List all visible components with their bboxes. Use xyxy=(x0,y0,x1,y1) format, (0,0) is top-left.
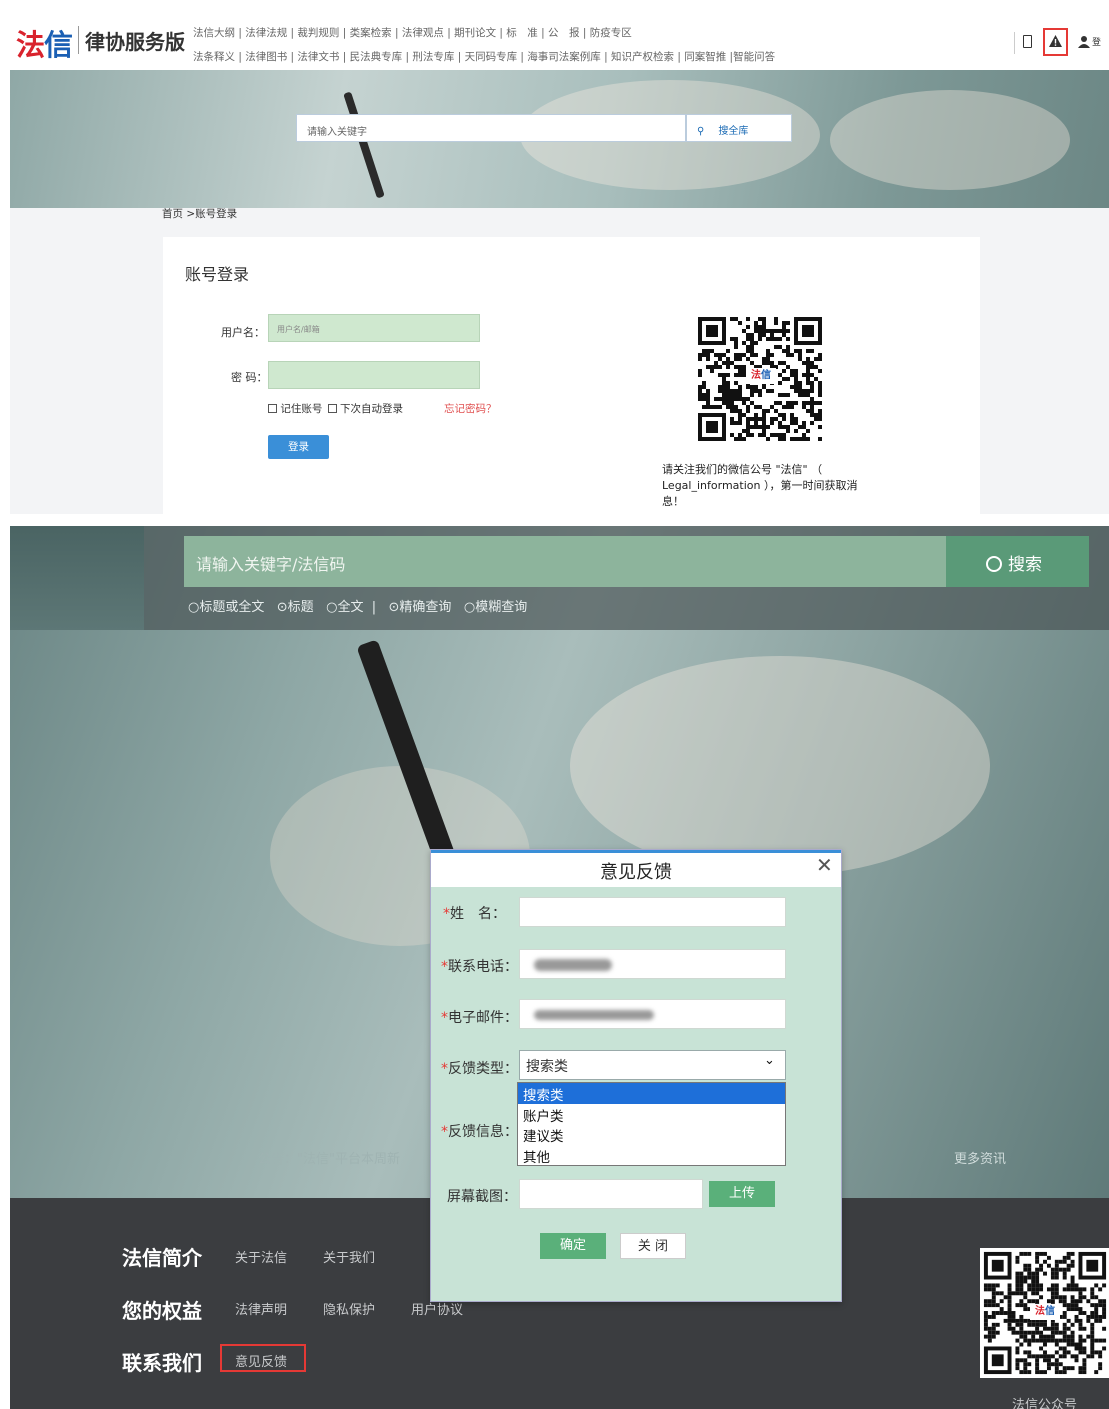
search-button-label: 搜索 xyxy=(1008,555,1042,575)
option-search[interactable]: 搜索类 xyxy=(518,1083,785,1104)
user-icon[interactable] xyxy=(1078,35,1090,48)
radio-fuzzy-query[interactable]: ○模糊查询 xyxy=(464,600,527,615)
redacted-email xyxy=(534,1010,654,1020)
option-suggestion[interactable]: 建议类 xyxy=(518,1124,785,1145)
radio-title[interactable]: ⊙标题 xyxy=(277,600,314,615)
feedback-page-screenshot: 请输入关键字/法信码 搜索 ○标题或全文 ⊙标题 ○全文 | ⊙精确查询 ○模糊… xyxy=(10,526,1109,1409)
phone-field[interactable] xyxy=(519,949,786,979)
confirm-button[interactable]: 确定 xyxy=(540,1233,606,1259)
option-account[interactable]: 账户类 xyxy=(518,1104,785,1125)
legal-statement-link[interactable]: 法律声明 xyxy=(235,1299,287,1318)
radio-title-or-fulltext[interactable]: ○标题或全文 xyxy=(188,600,264,615)
qr-logo: 法信 xyxy=(1030,1304,1060,1320)
radio-exact-query[interactable]: ⊙精确查询 xyxy=(389,600,452,615)
search-all-label: 搜全库 xyxy=(718,126,749,137)
dialog-title: 意见反馈 xyxy=(600,862,672,883)
search-options: ○标题或全文 ⊙标题 ○全文 | ⊙精确查询 ○模糊查询 xyxy=(188,596,527,615)
nav-row-2[interactable]: 法条释义 | 法律图书 | 法律文书 | 民法典专库 | 刑法专库 | 天同码专… xyxy=(193,49,775,64)
feedback-dialog: 意见反馈 ✕ *姓 名： *联系电话： *电子邮件： *反馈类型： 搜索类 ⌄ … xyxy=(430,849,842,1302)
screenshot-label: 屏幕截图： xyxy=(447,1189,517,1205)
option-other[interactable]: 其他 xyxy=(518,1145,785,1166)
email-label: *电子邮件： xyxy=(441,1010,518,1026)
screenshot-field[interactable] xyxy=(519,1179,703,1209)
name-label: *姓 名： xyxy=(443,906,506,922)
auto-login-label: 下次自动登录 xyxy=(340,403,404,415)
password-label: 密 码： xyxy=(231,371,268,384)
search-input[interactable]: 请输入关键字/法信码 xyxy=(184,536,946,587)
name-field[interactable] xyxy=(519,897,786,927)
pen-image xyxy=(343,91,385,199)
footer-contact-heading: 联系我们 xyxy=(122,1351,202,1375)
logo-subtitle: 律协服务版 xyxy=(85,30,185,54)
feedback-link[interactable]: 意见反馈 xyxy=(235,1351,287,1370)
header-left-strip xyxy=(10,526,144,630)
notice-text[interactable]: 公告："法信"平台本周新 xyxy=(258,1148,400,1167)
chevron-down-icon[interactable]: ⌄ xyxy=(764,1053,775,1068)
logo-divider xyxy=(78,26,79,54)
more-news-link[interactable]: 更多资讯 xyxy=(954,1148,1006,1167)
footer-rights-heading: 您的权益 xyxy=(122,1299,202,1323)
search-all-button[interactable]: ⚲ 搜全库 xyxy=(686,114,792,142)
about-us-link[interactable]: 关于我们 xyxy=(323,1247,375,1266)
password-field[interactable] xyxy=(268,361,480,389)
search-input[interactable]: 请输入关键字 xyxy=(296,114,686,142)
username-field[interactable]: 用户名/邮箱 xyxy=(268,314,480,342)
qr-label: 法信公众号 xyxy=(1012,1398,1078,1409)
about-faxin-link[interactable]: 关于法信 xyxy=(235,1247,287,1266)
options-separator: | xyxy=(371,600,377,615)
breadcrumb[interactable]: 首页 >账号登录 xyxy=(162,206,237,221)
message-label: *反馈信息： xyxy=(441,1124,518,1140)
page-title: 账号登录 xyxy=(185,265,250,284)
login-page-screenshot: 法信 律协服务版 法信大纲 | 法律法规 | 裁判规则 | 类案检索 | 法律观… xyxy=(10,8,1109,514)
remember-checkbox[interactable] xyxy=(268,404,277,413)
close-icon[interactable]: ✕ xyxy=(816,853,833,877)
nav-row-1[interactable]: 法信大纲 | 法律法规 | 裁判规则 | 类案检索 | 法律观点 | 期刊论文 … xyxy=(193,25,632,40)
qr-logo: 法信 xyxy=(746,368,776,384)
mobile-icon[interactable] xyxy=(1023,35,1032,48)
redacted-phone xyxy=(534,959,612,971)
qr-caption: 请关注我们的微信公号 "法信" （ Legal_information ），第一… xyxy=(662,463,858,508)
privacy-link[interactable]: 隐私保护 xyxy=(323,1299,375,1318)
close-button[interactable]: 关 闭 xyxy=(620,1233,686,1259)
auto-login-checkbox[interactable] xyxy=(327,404,337,413)
search-icon: ⚲ xyxy=(697,126,705,137)
login-link[interactable]: 登 xyxy=(1092,35,1101,48)
feedback-type-options: 搜索类 账户类 建议类 其他 xyxy=(517,1082,786,1166)
search-button[interactable]: 搜索 xyxy=(946,536,1089,587)
login-button[interactable]: 登录 xyxy=(268,435,329,459)
forgot-password-link[interactable]: 忘记密码？ xyxy=(444,401,497,416)
type-label: *反馈类型： xyxy=(441,1061,518,1077)
upload-button[interactable]: 上传 xyxy=(709,1181,775,1207)
username-label: 用户名： xyxy=(221,326,265,339)
footer-intro-heading: 法信简介 xyxy=(122,1246,202,1270)
phone-label: *联系电话： xyxy=(441,959,518,975)
remember-label: 记住账号 xyxy=(280,403,323,415)
icon-divider xyxy=(1014,32,1015,54)
remember-options: 记住账号 下次自动登录 xyxy=(268,401,403,416)
radio-fulltext[interactable]: ○全文 xyxy=(326,600,363,615)
warning-icon[interactable] xyxy=(1048,34,1063,48)
email-field[interactable] xyxy=(519,999,786,1029)
search-icon xyxy=(986,556,1002,572)
faxin-logo[interactable]: 法信 xyxy=(16,22,73,64)
feedback-type-select[interactable]: 搜索类 xyxy=(519,1050,786,1080)
